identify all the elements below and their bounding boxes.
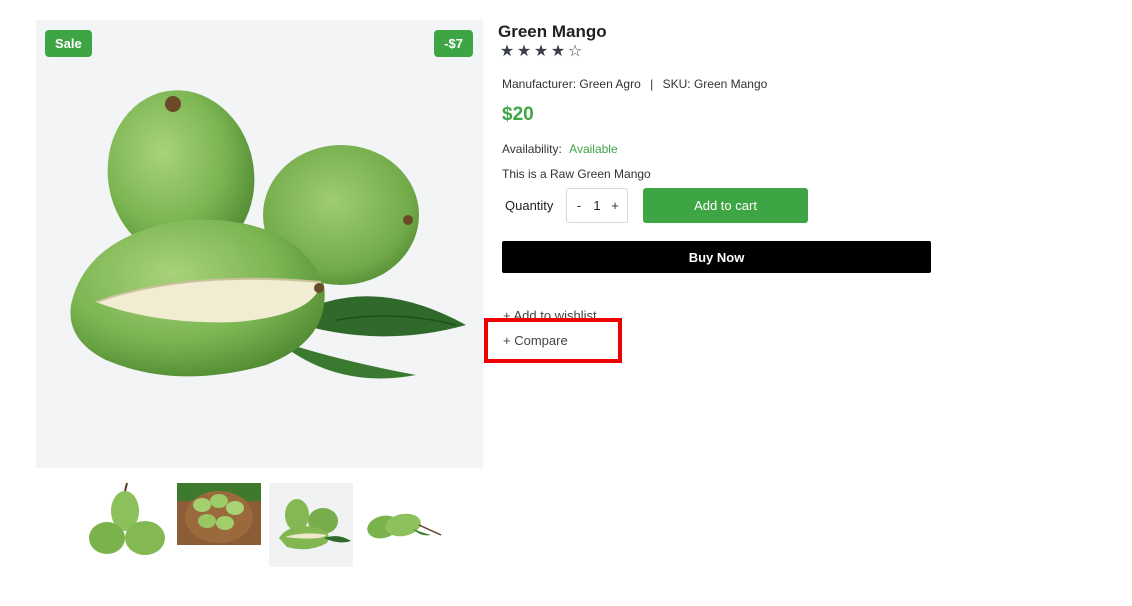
sku-value: Green Mango: [693, 77, 768, 91]
manufacturer-label: Manufacturer:: [502, 77, 577, 91]
availability: Availability: Available: [502, 142, 618, 156]
manufacturer-value: Green Agro: [579, 77, 641, 91]
sale-badge: Sale: [45, 30, 92, 57]
thumbnail-2[interactable]: [177, 483, 261, 545]
compare-link[interactable]: + Compare: [503, 333, 568, 348]
product-price: $20: [502, 104, 534, 125]
product-meta: Manufacturer: Green Agro | SKU: Green Ma…: [502, 77, 767, 91]
star-icon: ★: [516, 43, 532, 60]
quantity-label: Quantity: [505, 198, 554, 213]
product-description: This is a Raw Green Mango: [502, 167, 651, 181]
product-title: Green Mango: [498, 22, 607, 41]
availability-status: Available: [569, 142, 618, 156]
quantity-value[interactable]: 1: [593, 198, 600, 213]
buy-now-button[interactable]: Buy Now: [502, 241, 931, 273]
availability-label: Availability:: [502, 142, 562, 156]
mango-illustration: [70, 90, 466, 379]
star-outline-icon: ☆: [567, 43, 583, 60]
add-to-cart-button[interactable]: Add to cart: [643, 188, 808, 223]
add-to-wishlist-link[interactable]: + Add to wishlist: [503, 308, 597, 323]
main-product-image: Sale -$7: [36, 20, 483, 468]
star-icon: ★: [533, 43, 549, 60]
meta-separator: |: [650, 77, 654, 91]
star-icon: ★: [499, 43, 515, 60]
quantity-decrease-button[interactable]: -: [573, 198, 585, 213]
rating-stars: ★ ★ ★ ★ ☆: [499, 42, 583, 62]
quantity-stepper: - 1 +: [566, 188, 628, 223]
thumbnail-4[interactable]: [361, 483, 445, 567]
thumbnail-1[interactable]: [85, 483, 169, 567]
quantity-increase-button[interactable]: +: [609, 198, 621, 213]
star-icon: ★: [550, 43, 566, 60]
discount-badge: -$7: [434, 30, 473, 57]
sku-label: SKU:: [662, 77, 691, 91]
thumbnail-3[interactable]: [269, 483, 353, 567]
